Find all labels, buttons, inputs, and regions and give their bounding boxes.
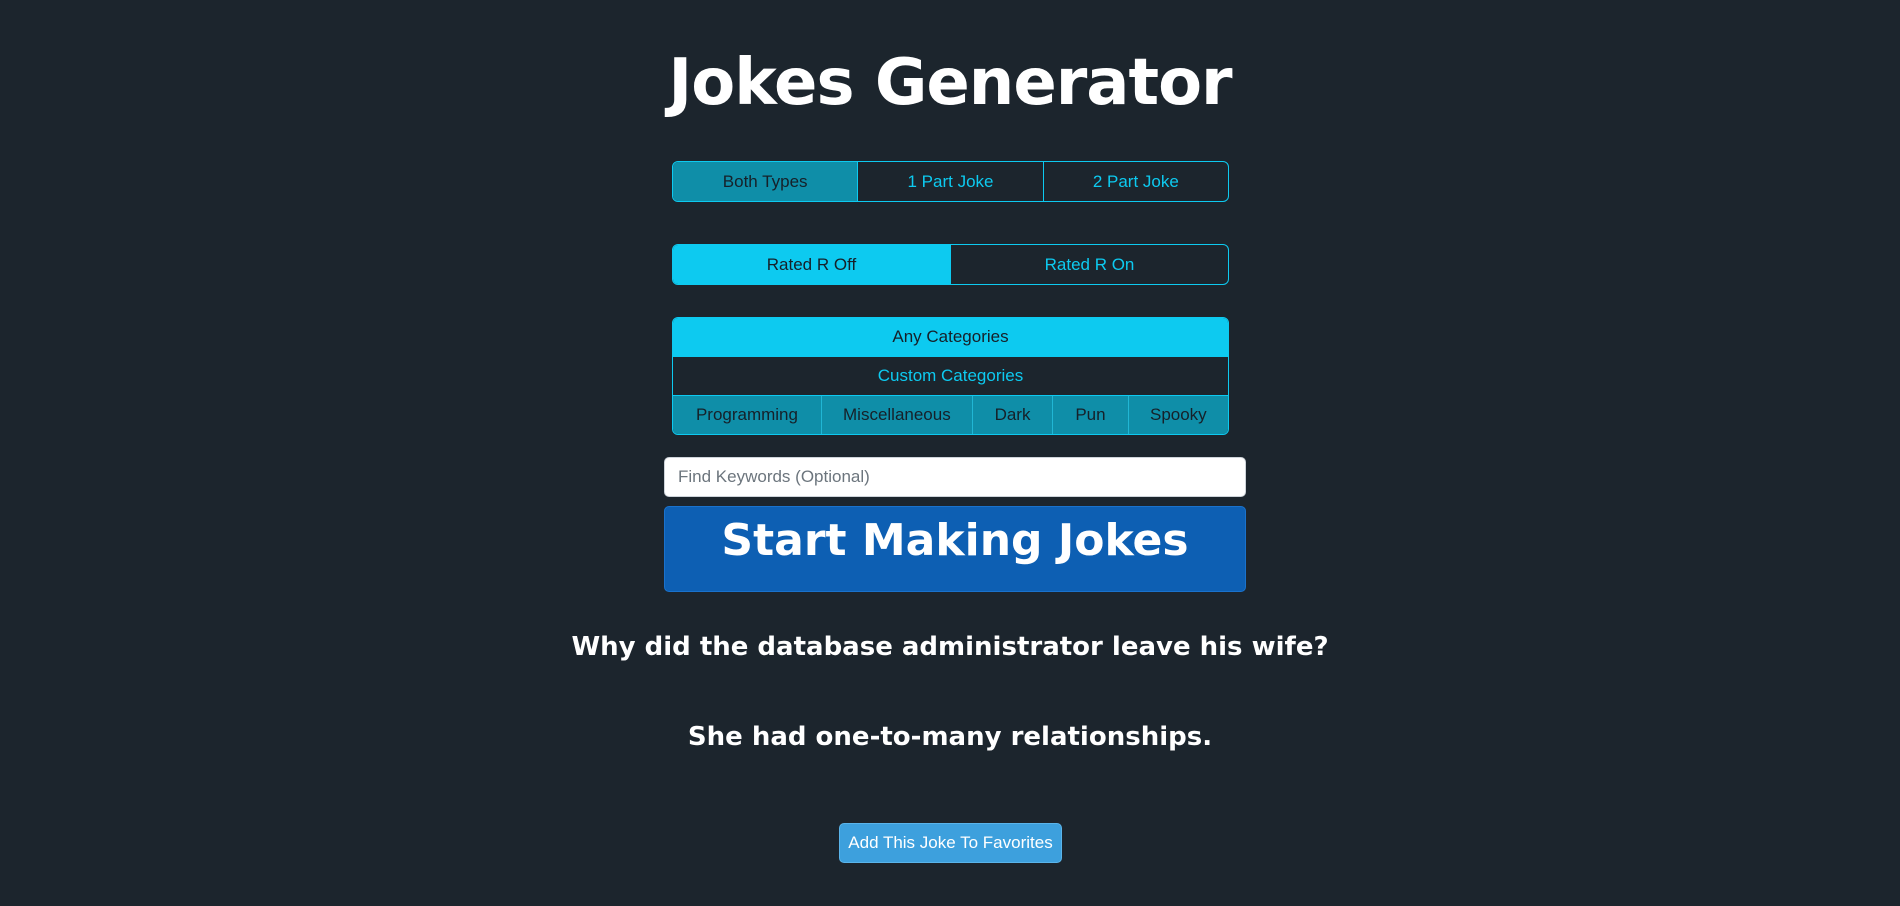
keyword-search-input[interactable] <box>664 457 1246 497</box>
start-making-jokes-button[interactable]: Start Making Jokes <box>664 506 1246 592</box>
type-option-twopart[interactable]: 2 Part Joke <box>1044 162 1228 201</box>
category-selector: Any Categories Custom Categories Program… <box>672 317 1229 435</box>
any-categories-button[interactable]: Any Categories <box>673 318 1228 357</box>
category-dark[interactable]: Dark <box>973 396 1054 434</box>
category-miscellaneous[interactable]: Miscellaneous <box>822 396 973 434</box>
category-pun[interactable]: Pun <box>1053 396 1129 434</box>
category-programming[interactable]: Programming <box>673 396 822 434</box>
rating-option-off[interactable]: Rated R Off <box>673 245 951 284</box>
custom-categories-button[interactable]: Custom Categories <box>673 357 1228 396</box>
category-list: Programming Miscellaneous Dark Pun Spook… <box>673 396 1228 434</box>
page-title: Jokes Generator <box>668 46 1232 120</box>
rating-toggle: Rated R Off Rated R On <box>672 244 1229 285</box>
rating-option-on[interactable]: Rated R On <box>951 245 1228 284</box>
joke-delivery-text: She had one-to-many relationships. <box>687 722 1213 752</box>
type-option-both[interactable]: Both Types <box>673 162 859 201</box>
joke-type-toggle: Both Types 1 Part Joke 2 Part Joke <box>672 161 1229 202</box>
type-option-single[interactable]: 1 Part Joke <box>858 162 1044 201</box>
joke-setup-text: Why did the database administrator leave… <box>571 632 1329 662</box>
add-to-favorites-button[interactable]: Add This Joke To Favorites <box>839 823 1062 863</box>
app-page: Jokes Generator Both Types 1 Part Joke 2… <box>0 0 1900 906</box>
category-spooky[interactable]: Spooky <box>1129 396 1228 434</box>
